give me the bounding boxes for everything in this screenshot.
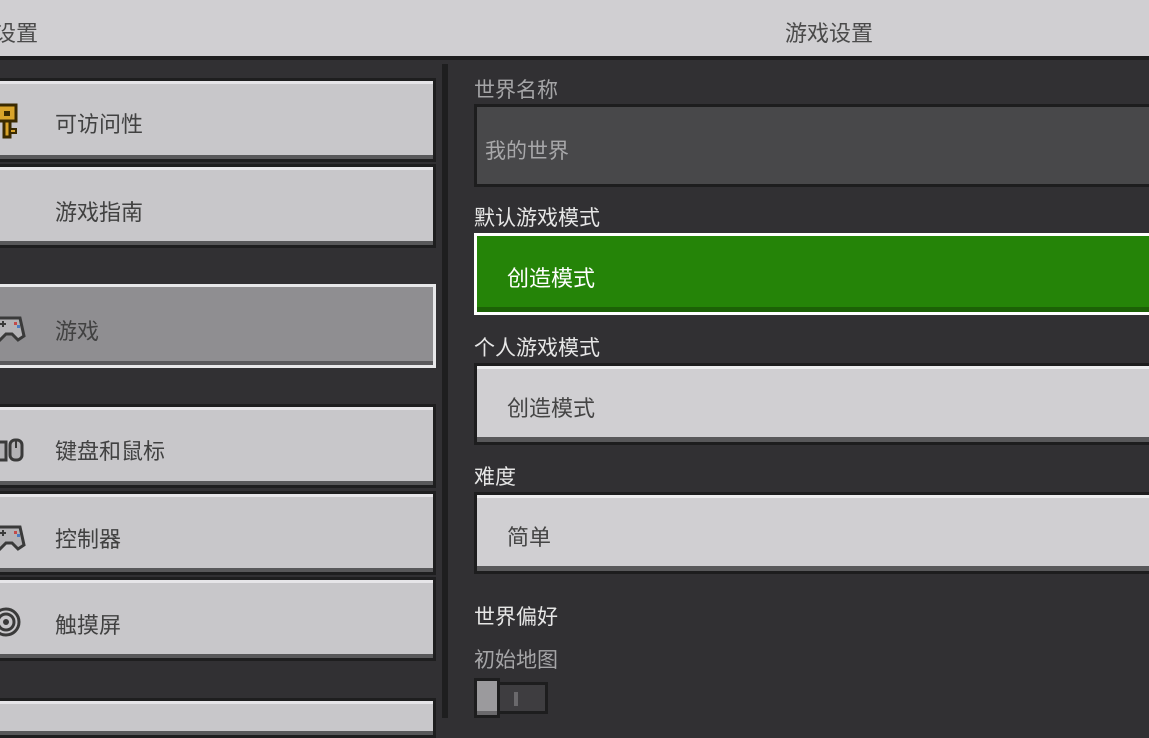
world-name-field[interactable]: 我的世界	[474, 104, 1149, 187]
toggle-on-mark	[514, 692, 518, 706]
settings-title: 设置	[0, 22, 39, 47]
game-settings-panel: 世界名称 我的世界 默认游戏模式 创造模式 个人游戏模式 创造模式 难度 简单 …	[454, 64, 1149, 718]
sidebar-item-label: 键盘和鼠标	[55, 440, 166, 465]
sidebar-item-more[interactable]	[0, 698, 436, 738]
touch-icon	[0, 604, 27, 640]
sidebar-item-accessibility[interactable]: 可访问性	[0, 78, 436, 162]
default-game-mode-dropdown[interactable]: 创造模式	[474, 233, 1149, 315]
controller-icon	[0, 309, 27, 345]
world-name-label: 世界名称	[474, 78, 558, 102]
sidebar-item-controller[interactable]: 控制器	[0, 491, 436, 575]
world-preferences-heading: 世界偏好	[474, 605, 558, 629]
difficulty-value: 简单	[507, 526, 552, 551]
world-name-value: 我的世界	[485, 139, 569, 163]
personal-game-mode-value: 创造模式	[507, 397, 596, 422]
sidebar-item-guide[interactable]: 游戏指南	[0, 164, 436, 248]
sidebar-item-label: 可访问性	[55, 113, 144, 138]
page-title: 游戏设置	[785, 22, 874, 47]
personal-game-mode-label: 个人游戏模式	[474, 336, 600, 360]
sidebar-item-game[interactable]: 游戏	[0, 284, 436, 368]
difficulty-dropdown[interactable]: 简单	[474, 492, 1149, 574]
sidebar-item-keyboard-mouse[interactable]: 键盘和鼠标	[0, 404, 436, 488]
key-icon	[0, 103, 27, 139]
personal-game-mode-dropdown[interactable]: 创造模式	[474, 363, 1149, 445]
toggle-knob[interactable]	[474, 678, 500, 718]
default-game-mode-label: 默认游戏模式	[474, 206, 600, 230]
sidebar-item-touch[interactable]: 触摸屏	[0, 577, 436, 661]
sidebar-item-label: 控制器	[55, 528, 122, 553]
controller-icon	[0, 518, 27, 554]
keyboard-mouse-icon	[0, 431, 27, 467]
sidebar: 可访问性 游戏指南 游戏 键盘和鼠标 控制器 触摸屏	[0, 64, 448, 738]
starting-map-label: 初始地图	[474, 648, 558, 672]
default-game-mode-value: 创造模式	[507, 267, 596, 292]
header-bar: 设置 游戏设置	[0, 0, 1149, 60]
sidebar-item-label: 触摸屏	[55, 614, 122, 639]
sidebar-item-label: 游戏	[55, 320, 100, 345]
sidebar-item-label: 游戏指南	[55, 201, 144, 226]
difficulty-label: 难度	[474, 465, 516, 489]
starting-map-toggle[interactable]	[474, 678, 548, 718]
